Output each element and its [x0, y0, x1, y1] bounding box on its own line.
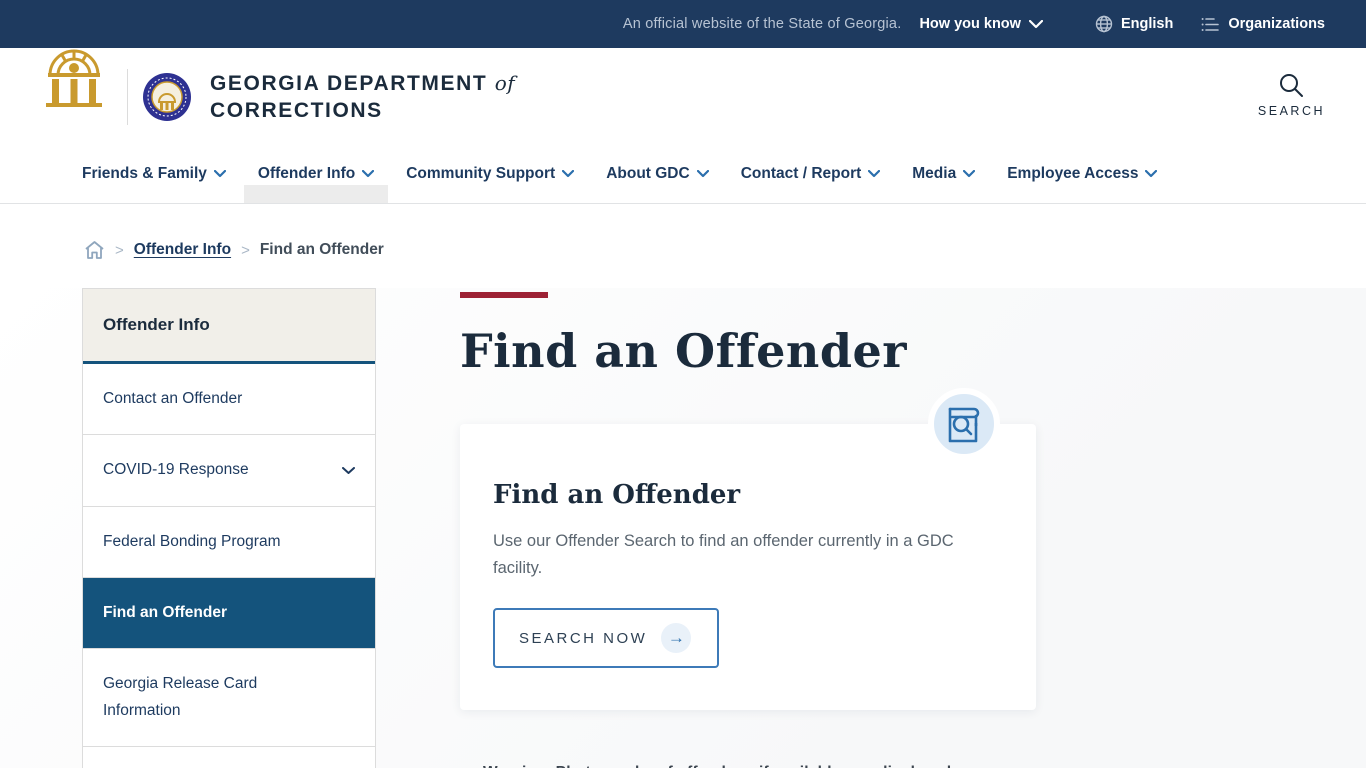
official-top-bar: An official website of the State of Geor… [0, 0, 1366, 48]
page-title: Find an Offender [460, 324, 908, 378]
organizations-menu[interactable]: Organizations [1201, 16, 1325, 32]
search-now-button[interactable]: SEARCH NOW → [493, 608, 720, 669]
card-title: Find an Offender [493, 480, 741, 510]
gdc-seal [142, 72, 192, 122]
sidebar-item-federal-bonding-program[interactable]: Federal Bonding Program [83, 506, 375, 579]
section-sidebar: Offender Info Contact an Offender COVID-… [82, 288, 376, 768]
sidebar-item-covid-19-response[interactable]: COVID-19 Response [83, 435, 375, 507]
breadcrumb-link-offender-info[interactable]: Offender Info [134, 241, 231, 259]
nav-item-media[interactable]: Media [898, 145, 989, 203]
language-selector[interactable]: English [1095, 15, 1173, 33]
breadcrumb-separator: > [241, 241, 250, 259]
sidebar-item-contact-an-offender[interactable]: Contact an Offender [83, 364, 375, 436]
sidebar-title: Offender Info [83, 289, 375, 364]
agency-name[interactable]: GEORGIA DEPARTMENT of CORRECTIONS [210, 71, 515, 123]
chevron-down-icon [696, 170, 709, 178]
main-content: Find an Offender Find an Offender Use ou… [376, 288, 1366, 768]
warning-list-item: Warning: Photographs of offenders, if av… [460, 764, 1060, 768]
chevron-down-icon [868, 170, 881, 178]
official-website-text: An official website of the State of Geor… [622, 16, 902, 32]
chevron-down-icon [362, 170, 375, 178]
header-divider [127, 68, 128, 125]
title-accent-bar [460, 292, 548, 298]
nav-item-employee-access[interactable]: Employee Access [993, 145, 1171, 203]
nav-item-community-support[interactable]: Community Support [392, 145, 588, 203]
nav-item-contact-report[interactable]: Contact / Report [727, 145, 895, 203]
chevron-down-icon [562, 170, 575, 178]
org-list-icon [1201, 17, 1220, 32]
card-description: Use our Offender Search to find an offen… [493, 532, 954, 578]
breadcrumb: > Offender Info > Find an Offender [0, 204, 1366, 260]
nav-item-about-gdc[interactable]: About GDC [592, 145, 723, 203]
breadcrumb-current-page: Find an Offender [259, 241, 384, 258]
chevron-down-icon [213, 170, 226, 178]
find-offender-card: Find an Offender Use our Offender Search… [460, 388, 1036, 711]
document-search-icon [928, 388, 1000, 460]
search-label: SEARCH [1257, 104, 1325, 118]
site-header: GEORGIA DEPARTMENT of CORRECTIONS SEARCH [0, 28, 1366, 145]
warning-text: Warning: Photographs of offenders, if av… [483, 764, 951, 768]
chevron-down-icon[interactable] [342, 466, 355, 475]
search-button[interactable]: SEARCH [1258, 72, 1325, 118]
globe-icon [1095, 15, 1113, 33]
arrow-right-icon: → [661, 623, 692, 654]
breadcrumb-separator: > [115, 241, 124, 259]
chevron-down-icon [963, 170, 976, 178]
chevron-down-icon [1028, 19, 1043, 29]
sidebar-item-incarcerated-veterans[interactable]: Incarcerated Veterans [83, 747, 375, 768]
main-navigation: Friends & Family Offender Info Community… [0, 145, 1366, 204]
sidebar-item-find-an-offender[interactable]: Find an Offender [83, 578, 375, 650]
home-icon[interactable] [84, 240, 105, 260]
nav-item-offender-info[interactable]: Offender Info [243, 145, 389, 203]
sidebar-item-georgia-release-card[interactable]: Georgia Release Card Information [83, 649, 375, 748]
nav-item-friends-family[interactable]: Friends & Family [68, 145, 240, 203]
how-you-know-toggle[interactable]: How you know [919, 16, 1043, 32]
chevron-down-icon [1145, 170, 1158, 178]
